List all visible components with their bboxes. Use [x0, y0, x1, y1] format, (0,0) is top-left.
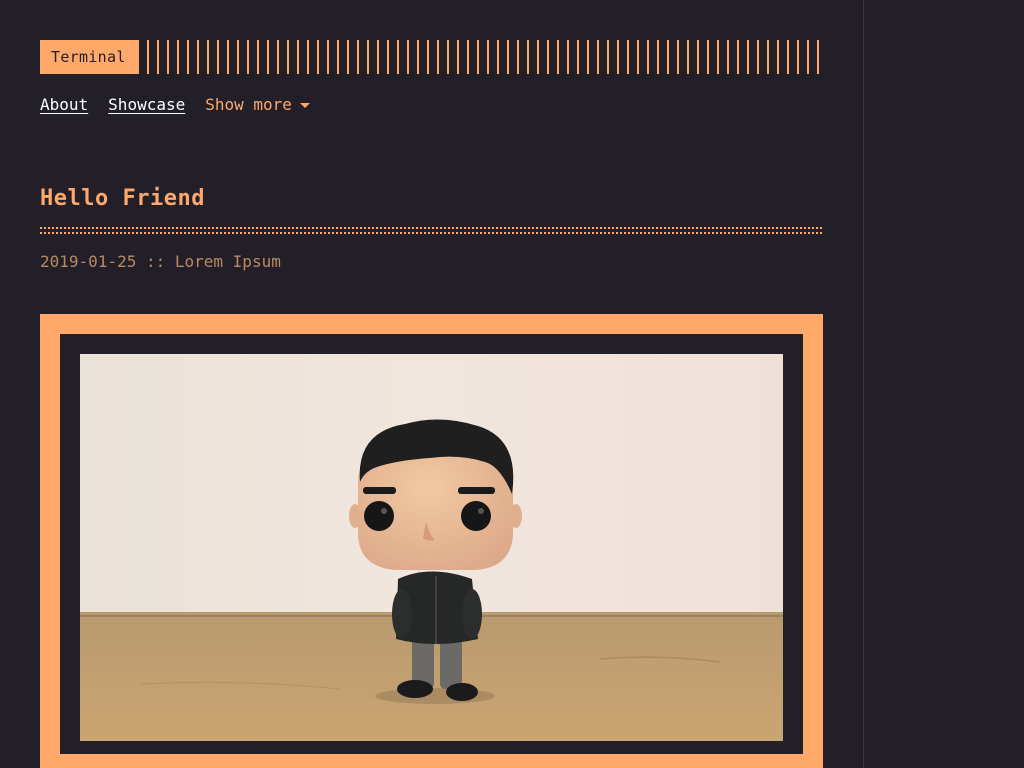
title-divider — [40, 227, 823, 234]
site-logo-label: Terminal — [51, 48, 126, 66]
post-cover-inner — [60, 334, 803, 754]
nav-link-about[interactable]: About — [40, 95, 88, 114]
show-more-label: Show more — [205, 95, 292, 114]
post-author: Lorem Ipsum — [174, 252, 281, 271]
post-cover-frame — [40, 314, 823, 768]
site-logo[interactable]: Terminal — [40, 40, 139, 74]
sidebar-divider — [863, 0, 864, 768]
cover-figure-photo-icon — [80, 354, 783, 741]
caret-down-icon — [299, 103, 310, 108]
post-meta-separator: :: — [145, 252, 166, 271]
show-more-button[interactable]: Show more — [205, 95, 310, 114]
post-date: 2019-01-25 — [40, 252, 137, 271]
header-stripes — [147, 40, 823, 74]
nav-link-showcase[interactable]: Showcase — [108, 95, 185, 114]
post-meta: 2019-01-25 :: Lorem Ipsum — [40, 252, 281, 271]
page: Terminal About Showcase Show more Hello … — [0, 0, 1024, 768]
site-header: Terminal — [40, 40, 823, 74]
main-nav: About Showcase Show more — [40, 95, 310, 114]
post-title[interactable]: Hello Friend — [40, 186, 205, 211]
